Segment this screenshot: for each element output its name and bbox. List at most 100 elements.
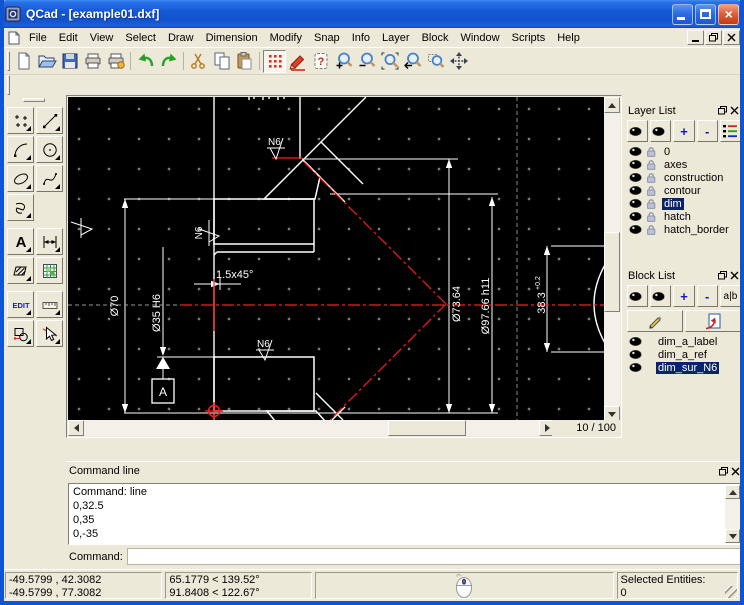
tool-polylines-button[interactable] [7,194,34,221]
print-preview-button[interactable] [104,50,127,73]
tool-blocks-button[interactable] [7,320,34,347]
tool-images-button[interactable] [36,257,63,284]
layer-visibility-icon[interactable] [629,186,642,195]
history-scroll-up-button[interactable] [725,485,740,499]
mdi-restore-button[interactable] [705,30,722,45]
zoom-out-button[interactable] [355,50,378,73]
command-panel-titlebar[interactable]: Command line [66,462,740,478]
menu-item-scripts[interactable]: Scripts [506,30,552,46]
layer-lock-icon[interactable] [646,146,656,157]
menu-item-info[interactable]: Info [346,30,376,46]
layer-lock-icon[interactable] [646,224,656,235]
grid-toggle-button[interactable] [263,49,286,73]
menu-item-block[interactable]: Block [416,30,455,46]
layer-row[interactable]: hatch_border [626,223,740,236]
zoom-window-button[interactable] [424,50,447,73]
rename-block-button[interactable]: a|b [719,285,740,307]
insert-block-button[interactable] [685,310,740,332]
menu-item-help[interactable]: Help [551,30,586,46]
menu-item-window[interactable]: Window [454,30,505,46]
undo-button[interactable] [134,50,157,73]
menu-item-edit[interactable]: Edit [53,30,84,46]
add-block-button[interactable]: + [673,285,695,307]
layer-row-selected[interactable]: dim [626,197,740,210]
layer-visibility-icon[interactable] [629,225,642,234]
menu-item-snap[interactable]: Snap [308,30,346,46]
add-layer-button[interactable]: + [673,120,695,142]
block-list-float-button[interactable] [716,270,728,282]
tool-ellipses-button[interactable] [7,165,34,192]
show-all-layers-button[interactable] [627,120,649,142]
tool-circles-button[interactable] [36,136,63,163]
layer-row[interactable]: construction [626,171,740,184]
draft-mode-button[interactable] [286,50,309,73]
layer-visibility-icon[interactable] [629,147,642,156]
block-row[interactable]: dim_a_ref [626,348,740,361]
tool-points-button[interactable] [7,107,34,134]
layer-lock-icon[interactable] [646,185,656,196]
block-visibility-icon[interactable] [629,363,642,372]
menu-item-view[interactable]: View [84,30,120,46]
block-row-selected[interactable]: dim_sur_N6 [626,361,740,374]
tool-arcs-button[interactable] [7,136,34,163]
pan-button[interactable] [447,50,470,73]
block-list-close-button[interactable] [728,270,740,282]
history-scroll-down-button[interactable] [725,529,740,543]
canvas-hscrollbar[interactable] [68,420,555,436]
block-visibility-icon[interactable] [629,350,642,359]
new-file-button[interactable] [12,50,35,73]
hscroll-thumb[interactable] [388,420,466,436]
hide-all-blocks-button[interactable] [650,285,672,307]
layer-row[interactable]: axes [626,158,740,171]
zoom-in-button[interactable] [332,50,355,73]
redo-button[interactable] [157,50,180,73]
layer-list-titlebar[interactable]: Layer List [626,103,740,118]
copy-button[interactable] [210,50,233,73]
palette-handle[interactable] [23,98,45,102]
redraw-button[interactable]: ? [309,50,332,73]
resize-grip[interactable] [725,586,738,598]
vscroll-thumb[interactable] [604,232,620,312]
layer-visibility-icon[interactable] [629,160,642,169]
layer-row[interactable]: contour [626,184,740,197]
edit-block-button[interactable] [627,310,683,332]
print-button[interactable] [81,50,104,73]
tool-measure-button[interactable] [36,291,63,318]
hide-all-layers-button[interactable] [650,120,672,142]
layer-row[interactable]: 0 [626,145,740,158]
menu-item-draw[interactable]: Draw [162,30,200,46]
hscroll-left-button[interactable] [68,420,84,436]
tool-select-button[interactable] [36,320,63,347]
layer-visibility-icon[interactable] [629,173,642,182]
layer-lock-icon[interactable] [646,159,656,170]
menu-item-dimension[interactable]: Dimension [200,30,264,46]
zoom-auto-button[interactable] [378,50,401,73]
layer-lock-icon[interactable] [646,198,656,209]
command-history[interactable]: Command: line 0,32.5 0,35 0,-35 [68,483,740,545]
block-row[interactable]: dim_a_label [626,335,740,348]
layer-visibility-icon[interactable] [629,199,642,208]
block-visibility-icon[interactable] [629,337,642,346]
paste-button[interactable] [233,50,256,73]
tool-splines-button[interactable] [36,165,63,192]
layer-row[interactable]: hatch [626,210,740,223]
layer-attributes-button[interactable] [719,120,740,142]
remove-block-button[interactable]: - [696,285,718,307]
canvas-vscrollbar[interactable] [604,97,620,422]
command-input[interactable] [126,548,740,565]
block-list-titlebar[interactable]: Block List [626,268,740,283]
show-all-blocks-button[interactable] [627,285,649,307]
zoom-previous-button[interactable] [401,50,424,73]
toolbar-handle[interactable] [7,51,10,71]
layer-lock-icon[interactable] [646,211,656,222]
tool-text-button[interactable]: A [7,228,34,255]
layer-lock-icon[interactable] [646,172,656,183]
command-panel-close-button[interactable] [729,465,740,477]
maximize-button[interactable] [695,3,716,25]
layer-visibility-icon[interactable] [629,212,642,221]
layer-list-float-button[interactable] [716,105,728,117]
vscroll-up-button[interactable] [604,97,620,113]
menu-item-modify[interactable]: Modify [264,30,308,46]
menu-item-file[interactable]: File [23,30,53,46]
tool-lines-button[interactable] [36,107,63,134]
